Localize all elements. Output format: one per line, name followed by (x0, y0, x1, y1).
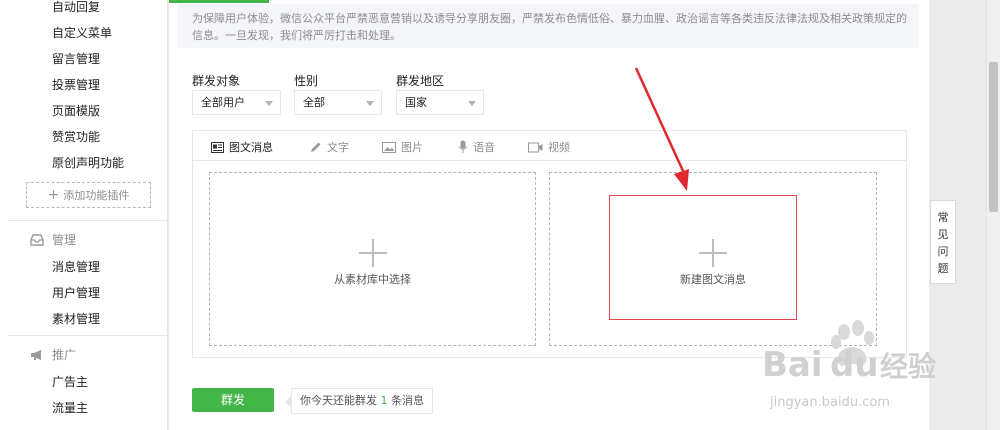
sidebar-group-manage: 管理 (30, 231, 76, 248)
microphone-icon (458, 140, 468, 153)
chevron-down-icon (265, 101, 273, 106)
plus-icon: + (47, 187, 60, 203)
sidebar-item-original-claim[interactable]: 原创声明功能 (52, 154, 124, 171)
sidebar-item-votes[interactable]: 投票管理 (52, 76, 100, 93)
sidebar: 自动回复 自定义菜单 留言管理 投票管理 页面模版 赞赏功能 原创声明功能 + 添… (0, 0, 168, 430)
policy-notice: 为保障用户体验，微信公众平台严禁恶意营销以及诱导分享朋友圈，严禁发布色情低俗、暴… (177, 4, 919, 48)
news-icon (211, 141, 224, 153)
megaphone-icon (31, 349, 41, 360)
choose-from-library-box[interactable]: 从素材库中选择 (209, 172, 536, 346)
tab-video[interactable]: 视频 (528, 139, 570, 155)
watermark-domain: jingyan.baidu.com (770, 395, 890, 410)
target-label: 群发对象 (192, 74, 241, 88)
sidebar-item-appreciation[interactable]: 赞赏功能 (52, 128, 100, 145)
sidebar-item-messages[interactable]: 消息管理 (52, 258, 100, 275)
inbox-icon (30, 233, 44, 246)
plus-icon (358, 239, 387, 267)
pencil-icon (311, 142, 321, 152)
create-news-label: 新建图文消息 (680, 273, 746, 286)
tab-news[interactable]: 图文消息 (211, 139, 273, 155)
add-plugin-button[interactable]: + 添加功能插件 (26, 182, 151, 208)
add-plugin-label: 添加功能插件 (63, 189, 130, 202)
quota-prefix: 你今天还能群发 (300, 394, 377, 407)
send-quota-tip: 你今天还能群发 1 条消息 (291, 388, 433, 414)
sidebar-item-custom-menu[interactable]: 自定义菜单 (52, 24, 112, 41)
video-camera-icon (528, 142, 543, 152)
target-select[interactable]: 全部用户 (192, 90, 281, 115)
sidebar-group-promo-title: 推广 (52, 348, 77, 362)
faq-char: 见 (937, 228, 949, 241)
scrollbar-thumb[interactable] (989, 62, 998, 212)
tab-text-label: 文字 (327, 141, 349, 154)
faq-tab[interactable]: 常 见 问 题 (930, 200, 956, 284)
image-icon (382, 141, 396, 153)
sidebar-item-materials[interactable]: 素材管理 (52, 310, 100, 327)
tab-voice-label: 语音 (473, 141, 495, 154)
region-select[interactable]: 国家 (396, 90, 484, 115)
tab-text[interactable]: 文字 (309, 139, 349, 155)
plus-icon (699, 239, 727, 267)
sidebar-item-comments[interactable]: 留言管理 (52, 50, 100, 67)
tab-news-label: 图文消息 (229, 141, 273, 154)
faq-char: 常 (937, 211, 949, 224)
tab-video-label: 视频 (548, 141, 570, 154)
watermark-cn: 经验 (880, 350, 936, 383)
faq-char: 题 (937, 262, 949, 275)
active-tab-indicator (169, 0, 269, 3)
sidebar-item-publisher[interactable]: 流量主 (52, 399, 88, 416)
chevron-down-icon (366, 101, 374, 106)
sidebar-divider (8, 220, 168, 221)
message-type-tabs: 图文消息 文字 图片 语音 视频 (193, 131, 906, 161)
tab-voice[interactable]: 语音 (458, 139, 495, 155)
gender-select[interactable]: 全部 (294, 90, 382, 115)
quota-suffix: 条消息 (391, 394, 424, 407)
chevron-down-icon (468, 101, 476, 106)
watermark-brand2: du (830, 345, 879, 385)
gender-select-value: 全部 (303, 96, 325, 109)
sidebar-divider (8, 335, 168, 336)
tab-image-label: 图片 (401, 141, 423, 154)
sidebar-item-auto-reply[interactable]: 自动回复 (52, 0, 100, 15)
sidebar-group-manage-title: 管理 (52, 233, 77, 247)
region-label: 群发地区 (396, 74, 445, 88)
annotation-arrow (634, 67, 689, 191)
watermark-brand: Bai (762, 345, 823, 385)
target-select-value: 全部用户 (201, 96, 245, 109)
sidebar-item-users[interactable]: 用户管理 (52, 284, 100, 301)
region-select-value: 国家 (405, 96, 427, 109)
scrollbar[interactable] (986, 0, 1000, 430)
faq-char: 问 (937, 245, 949, 258)
choose-from-library-label: 从素材库中选择 (334, 273, 411, 286)
sidebar-item-page-templates[interactable]: 页面模版 (52, 102, 100, 119)
send-button[interactable]: 群发 (192, 388, 274, 412)
quota-count: 1 (380, 394, 388, 407)
baidu-jingyan-watermark: Bai du 经验 (762, 320, 936, 385)
gender-label: 性别 (294, 74, 319, 88)
sidebar-group-promo: 推广 (30, 346, 76, 363)
tab-image[interactable]: 图片 (382, 139, 423, 155)
sidebar-item-advertiser[interactable]: 广告主 (52, 373, 88, 390)
